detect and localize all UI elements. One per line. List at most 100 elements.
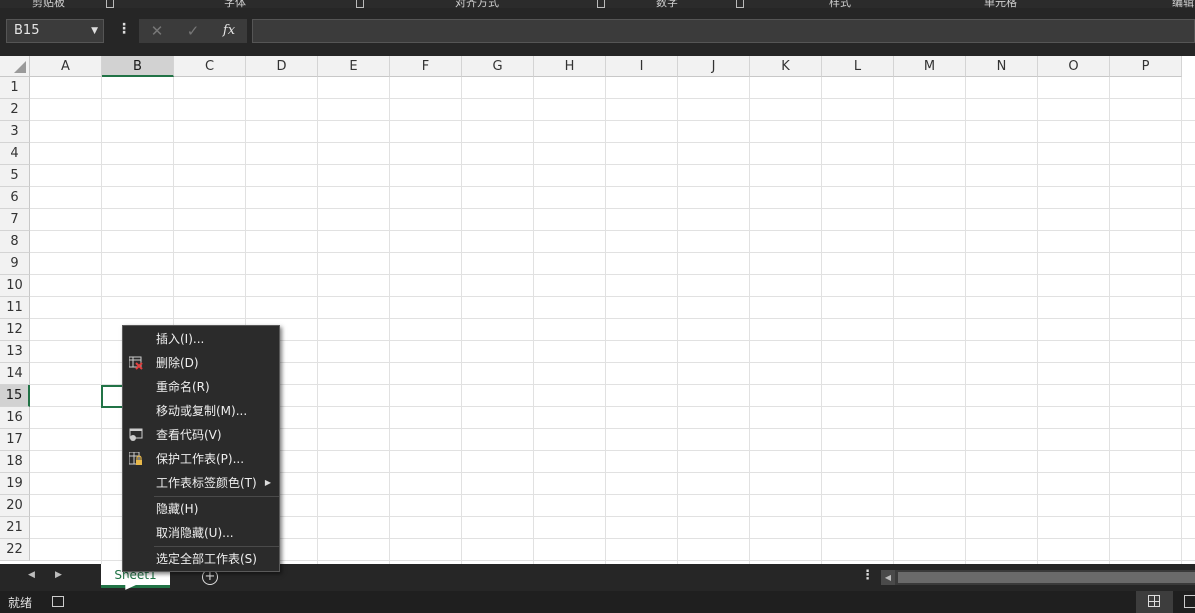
gridline-vertical xyxy=(533,77,534,564)
row-header-18[interactable]: 18 xyxy=(0,451,30,473)
horizontal-scrollbar[interactable]: ◀ xyxy=(881,570,1195,585)
row-header-21[interactable]: 21 xyxy=(0,517,30,539)
column-header-a[interactable]: A xyxy=(30,56,102,77)
gridline-horizontal xyxy=(30,318,1195,319)
dialog-launcher-icon[interactable] xyxy=(736,0,744,8)
row-header-9[interactable]: 9 xyxy=(0,253,30,275)
prev-sheet-icon[interactable]: ◀ xyxy=(28,570,35,580)
macro-record-icon[interactable] xyxy=(52,596,64,607)
row-header-3[interactable]: 3 xyxy=(0,121,30,143)
menu-item-select-all-sheets[interactable]: 选定全部工作表(S) xyxy=(123,547,279,571)
ribbon-group-styles: 样式 xyxy=(829,0,851,8)
page-layout-view-icon[interactable] xyxy=(1184,595,1195,608)
gridline-vertical xyxy=(965,77,966,564)
row-header-19[interactable]: 19 xyxy=(0,473,30,495)
next-sheet-icon[interactable]: ▶ xyxy=(55,570,62,580)
column-header-h[interactable]: H xyxy=(534,56,606,77)
formula-buttons: ✕ ✓ fx xyxy=(139,19,247,43)
dialog-launcher-icon[interactable] xyxy=(106,0,114,8)
chevron-down-icon[interactable]: ▼ xyxy=(91,20,98,42)
row-header-10[interactable]: 10 xyxy=(0,275,30,297)
menu-item-hide[interactable]: 隐藏(H) xyxy=(123,497,279,521)
menu-item-protect-sheet[interactable]: 保护工作表(P)... xyxy=(123,447,279,471)
name-box[interactable]: B15 ▼ xyxy=(6,19,104,43)
gridline-horizontal xyxy=(30,186,1195,187)
gridline-vertical xyxy=(101,77,102,564)
gridline-vertical xyxy=(749,77,750,564)
scroll-left-icon[interactable]: ◀ xyxy=(881,570,895,585)
gridline-horizontal xyxy=(30,296,1195,297)
menu-item-move-copy[interactable]: 移动或复制(M)... xyxy=(123,399,279,423)
gridline-vertical xyxy=(1037,77,1038,564)
row-header-2[interactable]: 2 xyxy=(0,99,30,121)
submenu-arrow-icon: ▶ xyxy=(264,478,271,487)
column-header-p[interactable]: P xyxy=(1110,56,1182,77)
gridline-horizontal xyxy=(30,208,1195,209)
row-header-15[interactable]: 15 xyxy=(0,385,30,407)
formula-input[interactable] xyxy=(252,19,1195,43)
row-header-22[interactable]: 22 xyxy=(0,539,30,561)
gridline-horizontal xyxy=(30,252,1195,253)
row-header-12[interactable]: 12 xyxy=(0,319,30,341)
dialog-launcher-icon[interactable] xyxy=(597,0,605,8)
row-header-13[interactable]: 13 xyxy=(0,341,30,363)
gridline-horizontal xyxy=(30,164,1195,165)
row-header-4[interactable]: 4 xyxy=(0,143,30,165)
menu-item-label: 隐藏(H) xyxy=(156,502,199,516)
ribbon-group-font: 字体 xyxy=(224,0,246,8)
column-header-l[interactable]: L xyxy=(822,56,894,77)
select-all-button[interactable] xyxy=(0,56,30,77)
gridline-vertical xyxy=(677,77,678,564)
column-header-n[interactable]: N xyxy=(966,56,1038,77)
column-header-d[interactable]: D xyxy=(246,56,318,77)
gridline-horizontal xyxy=(30,142,1195,143)
row-header-7[interactable]: 7 xyxy=(0,209,30,231)
scrollbar-thumb[interactable] xyxy=(898,572,1195,583)
column-header-e[interactable]: E xyxy=(318,56,390,77)
more-options-icon[interactable]: ⋮ xyxy=(117,21,131,37)
cancel-icon[interactable]: ✕ xyxy=(142,19,172,43)
menu-item-delete[interactable]: 删除(D) xyxy=(123,351,279,375)
gridline-horizontal xyxy=(30,230,1195,231)
row-header-6[interactable]: 6 xyxy=(0,187,30,209)
row-header-14[interactable]: 14 xyxy=(0,363,30,385)
insert-function-icon[interactable]: fx xyxy=(214,19,244,43)
more-options-icon[interactable]: ⋮ xyxy=(861,568,874,583)
row-header-16[interactable]: 16 xyxy=(0,407,30,429)
protect-sheet-icon xyxy=(129,452,142,465)
normal-view-icon xyxy=(1148,595,1160,607)
menu-item-label: 重命名(R) xyxy=(156,380,210,394)
column-header-i[interactable]: I xyxy=(606,56,678,77)
enter-icon[interactable]: ✓ xyxy=(178,19,208,43)
row-header-20[interactable]: 20 xyxy=(0,495,30,517)
row-header-5[interactable]: 5 xyxy=(0,165,30,187)
column-header-g[interactable]: G xyxy=(462,56,534,77)
ribbon-group-number: 数字 xyxy=(656,0,678,8)
column-header-b[interactable]: B xyxy=(102,56,174,77)
row-header-8[interactable]: 8 xyxy=(0,231,30,253)
column-header-c[interactable]: C xyxy=(174,56,246,77)
column-header-f[interactable]: F xyxy=(390,56,462,77)
row-header-11[interactable]: 11 xyxy=(0,297,30,319)
column-header-o[interactable]: O xyxy=(1038,56,1110,77)
delete-sheet-icon xyxy=(129,356,143,370)
menu-item-tab-color[interactable]: 工作表标签颜色(T) ▶ xyxy=(123,471,279,495)
ribbon-group-editing: 编辑 xyxy=(1172,0,1194,8)
column-header-m[interactable]: M xyxy=(894,56,966,77)
menu-item-view-code[interactable]: 查看代码(V) xyxy=(123,423,279,447)
sheet-tab-context-menu: 插入(I)... 删除(D) 重命名(R) 移动或复制(M)... 查看代码(V… xyxy=(122,325,280,572)
row-header-17[interactable]: 17 xyxy=(0,429,30,451)
menu-item-label: 选定全部工作表(S) xyxy=(156,552,257,566)
ribbon-group-alignment: 对齐方式 xyxy=(455,0,499,8)
normal-view-button[interactable] xyxy=(1136,591,1173,613)
ribbon-group-strip: 剪贴板 字体 对齐方式 数字 样式 单元格 编辑 xyxy=(0,0,1195,8)
dialog-launcher-icon[interactable] xyxy=(356,0,364,8)
menu-item-insert[interactable]: 插入(I)... xyxy=(123,327,279,351)
menu-item-label: 移动或复制(M)... xyxy=(156,404,248,418)
column-header-j[interactable]: J xyxy=(678,56,750,77)
menu-item-rename[interactable]: 重命名(R) xyxy=(123,375,279,399)
gridline-vertical xyxy=(461,77,462,564)
column-header-k[interactable]: K xyxy=(750,56,822,77)
row-header-1[interactable]: 1 xyxy=(0,77,30,99)
menu-item-unhide[interactable]: 取消隐藏(U)... xyxy=(123,521,279,545)
